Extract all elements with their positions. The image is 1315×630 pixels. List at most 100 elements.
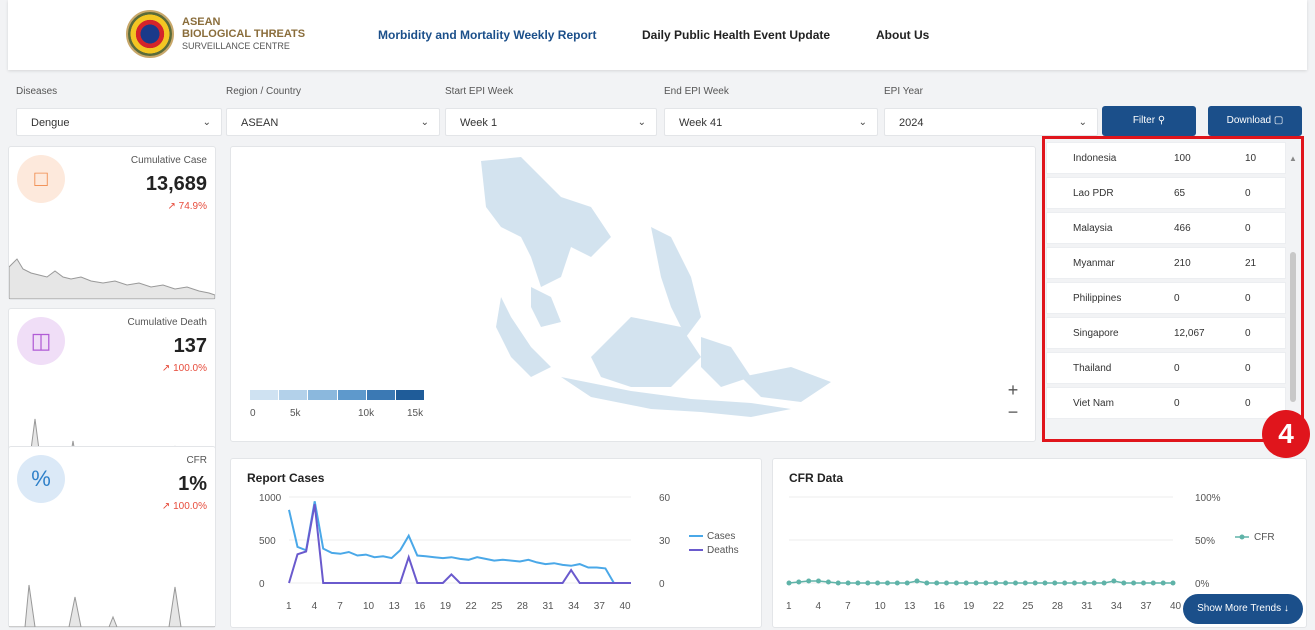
chart-title: Report Cases: [247, 471, 325, 485]
cfr-point: [885, 580, 890, 586]
end-week-select[interactable]: Week 41 ⌄: [664, 108, 878, 136]
map-color-legend: [250, 390, 425, 400]
chevron-down-icon: ⌄: [858, 117, 867, 128]
y-tick-right: 100%: [1195, 493, 1221, 504]
map-landmass: [481, 157, 831, 417]
kpi-card-deaths: ◫ Cumulative Death 137 ↗ 100.0%: [8, 308, 216, 466]
zoom-in-button[interactable]: +: [1003, 380, 1023, 400]
highlight-box: [1042, 136, 1304, 442]
kpi-card-cfr: % CFR 1% ↗ 100.0%: [8, 446, 216, 628]
kpi-label: Cumulative Case: [130, 155, 207, 166]
nav-daily-update[interactable]: Daily Public Health Event Update: [642, 28, 830, 42]
year-select[interactable]: 2024 ⌄: [884, 108, 1098, 136]
cfr-point: [855, 580, 861, 586]
y-tick-left: 0: [259, 579, 265, 590]
cfr-point: [1003, 580, 1009, 586]
chevron-down-icon: ⌄: [420, 117, 429, 128]
chart-title: CFR Data: [789, 471, 844, 485]
y-tick-left: 1000: [259, 493, 282, 504]
cfr-point: [875, 580, 881, 586]
filter-button[interactable]: Filter ⚲: [1102, 106, 1196, 136]
nav-morbidity-report[interactable]: Morbidity and Mortality Weekly Report: [378, 28, 596, 42]
cfr-point: [934, 580, 940, 586]
cases-series-line: [288, 501, 631, 584]
diseases-label: Diseases: [16, 86, 58, 97]
cfr-point: [1091, 580, 1097, 586]
cfr-point: [1072, 580, 1077, 586]
diseases-select[interactable]: Dengue ⌄: [16, 108, 222, 136]
logo-line-1: ASEAN: [182, 16, 221, 28]
download-button[interactable]: Download ▢: [1208, 106, 1302, 136]
top-navbar: ASEAN BIOLOGICAL THREATS SURVEILLANCE CE…: [8, 0, 1307, 70]
region-select[interactable]: ASEAN ⌄: [226, 108, 440, 136]
zoom-out-button[interactable]: −: [1003, 402, 1023, 422]
cfr-point: [1131, 580, 1137, 586]
briefcase-icon: ◫: [17, 317, 65, 365]
cfr-point: [786, 580, 792, 586]
chevron-down-icon: ⌄: [1078, 117, 1087, 128]
chevron-down-icon: ⌄: [637, 117, 646, 128]
x-tick: 28: [517, 601, 529, 612]
cfr-point: [1081, 580, 1087, 586]
legend-deaths-label: Deaths: [707, 545, 739, 556]
cfr-point: [1170, 580, 1176, 586]
kpi-trend: ↗ 100.0%: [161, 501, 207, 512]
x-tick: 7: [337, 601, 343, 612]
search-icon: ⚲: [1157, 115, 1166, 126]
file-icon: ▢: [1273, 115, 1284, 126]
x-tick: 40: [1170, 601, 1182, 612]
legend-tick: 15k: [407, 408, 424, 419]
percent-icon: %: [17, 455, 65, 503]
cfr-point: [1062, 580, 1068, 586]
x-tick: 19: [963, 601, 975, 612]
x-tick: 13: [904, 601, 916, 612]
cfr-point: [894, 580, 900, 586]
cfr-point: [1160, 580, 1166, 586]
start-week-select[interactable]: Week 1 ⌄: [445, 108, 657, 136]
legend-cfr-dot: [1239, 534, 1245, 540]
x-tick: 4: [816, 601, 822, 612]
cfr-point: [1111, 578, 1117, 584]
x-tick: 19: [440, 601, 452, 612]
kpi-card-cases: □ Cumulative Case 13,689 ↗ 74.9%: [8, 146, 216, 300]
x-tick: 16: [414, 601, 426, 612]
deaths-series-line: [288, 504, 631, 584]
asean-seal-icon: [126, 10, 174, 58]
y-tick-right: 0: [659, 579, 665, 590]
cfr-point: [806, 578, 812, 584]
x-tick: 16: [934, 601, 946, 612]
x-tick: 22: [993, 601, 1005, 612]
x-tick: 13: [389, 601, 401, 612]
cfr-point: [953, 580, 959, 586]
kpi-label: CFR: [186, 455, 207, 466]
cfr-point: [1121, 580, 1127, 586]
cfr-point: [944, 580, 949, 586]
region-label: Region / Country: [226, 86, 302, 97]
end-week-label: End EPI Week: [664, 86, 729, 97]
site-logo[interactable]: ASEAN BIOLOGICAL THREATS SURVEILLANCE CE…: [126, 10, 305, 58]
x-tick: 10: [875, 601, 887, 612]
kpi-value: 1%: [178, 473, 207, 495]
kpi-trend: ↗ 100.0%: [161, 363, 207, 374]
nav-about-us[interactable]: About Us: [876, 28, 929, 42]
cfr-sparkline: [9, 584, 215, 627]
cases-sparkline: [9, 258, 215, 299]
cfr-point: [1032, 580, 1038, 586]
message-icon: □: [17, 155, 65, 203]
legend-tick: 0: [250, 408, 256, 419]
x-tick: 28: [1052, 601, 1064, 612]
cfr-point: [973, 580, 979, 586]
kpi-value: 137: [173, 335, 207, 357]
chevron-down-icon: ⌄: [202, 117, 211, 128]
kpi-value: 13,689: [145, 173, 207, 195]
cfr-point: [963, 580, 969, 586]
cfr-point: [924, 580, 930, 586]
cfr-point: [1052, 580, 1058, 586]
show-more-trends-button[interactable]: Show More Trends ↓: [1183, 594, 1303, 624]
cfr-point: [1141, 580, 1146, 586]
cfr-point: [904, 580, 910, 586]
legend-cfr-label: CFR: [1254, 532, 1275, 543]
x-tick: 37: [594, 601, 606, 612]
x-tick: 31: [1081, 601, 1093, 612]
start-week-label: Start EPI Week: [445, 86, 514, 97]
